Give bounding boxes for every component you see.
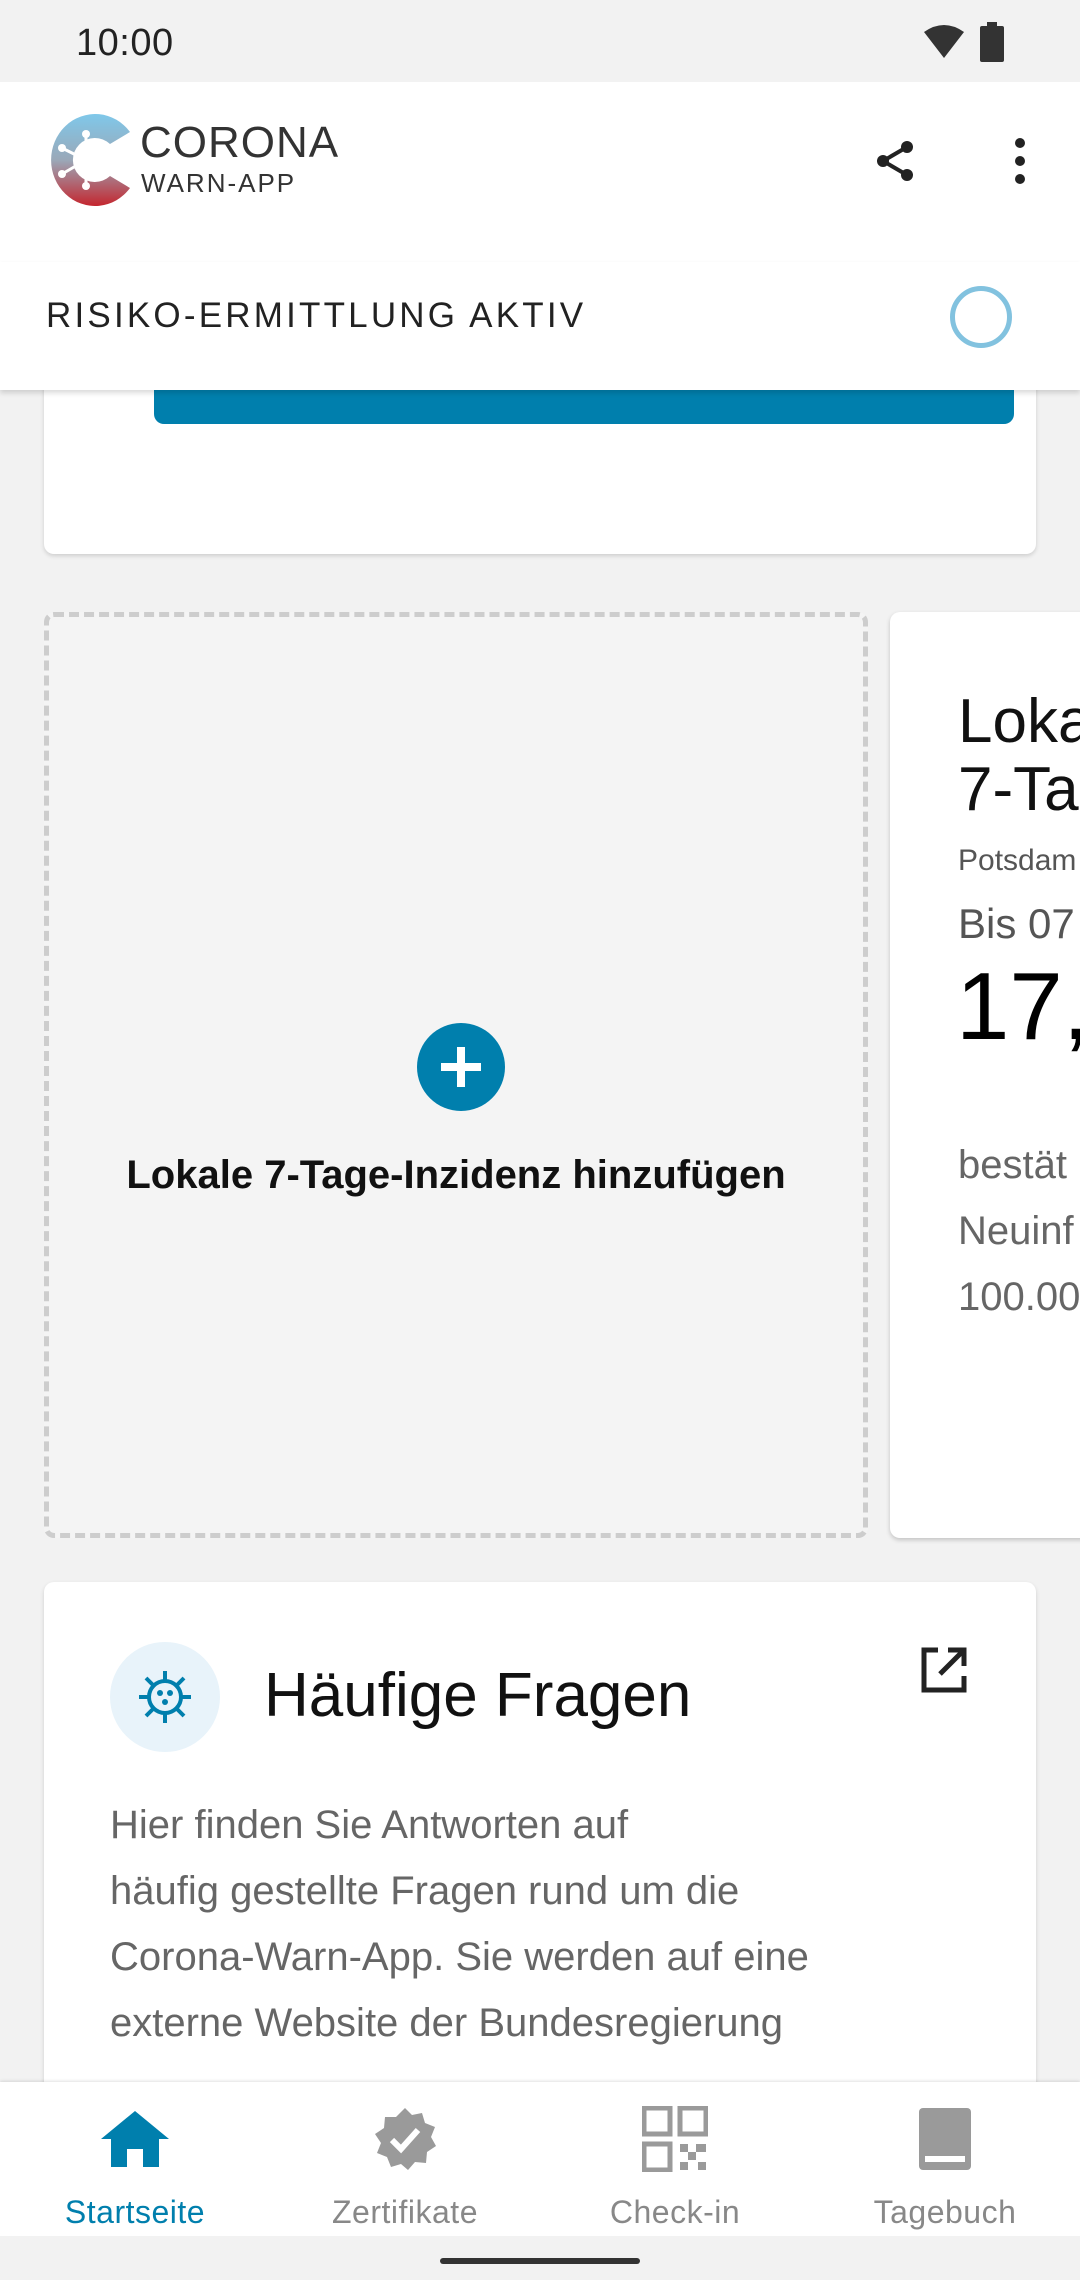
virus-icon: [110, 1642, 220, 1752]
incidence-description: bestät Neuinf 100.00: [958, 1143, 1080, 1319]
add-incidence-card[interactable]: Lokale 7-Tage-Inzidenz hinzufügen: [44, 612, 868, 1538]
faq-title: Häufige Fragen: [264, 1661, 692, 1730]
nav-item-certificates[interactable]: Zertifikate: [270, 2082, 540, 2236]
nav-item-checkin[interactable]: Check-in: [540, 2082, 810, 2236]
bottom-navigation: Startseite Zertifikate Check-in Tagebuch: [0, 2082, 1080, 2236]
top-card: WEITER: [44, 390, 1036, 554]
faq-description: Hier finden Sie Antworten auf häufig ges…: [110, 1803, 809, 2045]
diary-icon: [810, 2102, 1080, 2176]
status-time: 10:00: [76, 22, 174, 64]
battery-icon: [980, 22, 1004, 62]
incidence-date: Bis 07: [958, 900, 1075, 947]
nav-label-checkin: Check-in: [609, 2194, 741, 2230]
gesture-handle[interactable]: [440, 2258, 640, 2264]
incidence-title: Loka 7-Ta: [958, 687, 1080, 824]
nav-label-diary: Tagebuch: [873, 2194, 1017, 2230]
status-bar: 10:00: [0, 0, 1080, 82]
corona-warn-app-logo-icon: [51, 113, 130, 206]
add-icon: [417, 1023, 505, 1111]
more-vertical-icon: [1015, 138, 1025, 184]
open-external-icon[interactable]: [916, 1642, 972, 1698]
nav-label-certificates: Zertifikate: [332, 2194, 478, 2230]
brand-subtitle: WARN-APP: [141, 168, 297, 198]
continue-button[interactable]: WEITER: [154, 390, 1014, 424]
home-content[interactable]: WEITER Lokale 7-Tage-Inzidenz hinzufügen…: [0, 390, 1080, 2082]
gesture-navigation-bar: [0, 2236, 1080, 2280]
home-icon: [0, 2102, 270, 2176]
qr-code-icon: [540, 2102, 810, 2176]
app-bar: CORONA WARN-APP: [0, 82, 1080, 262]
incidence-value: 17,: [956, 953, 1080, 1060]
risk-status-bar[interactable]: RISIKO-ERMITTLUNG AKTIV: [0, 262, 1080, 390]
nav-label-home: Startseite: [64, 2194, 206, 2230]
brand-title: CORONA: [140, 118, 340, 167]
share-icon: [877, 141, 913, 181]
incidence-location: Potsdam: [958, 844, 1077, 877]
wifi-icon: [924, 25, 964, 58]
certificate-icon: [270, 2102, 540, 2176]
nav-item-diary[interactable]: Tagebuch: [810, 2082, 1080, 2236]
nav-item-home[interactable]: Startseite: [0, 2082, 270, 2236]
loading-spinner-icon: [950, 286, 1012, 348]
risk-status-label: RISIKO-ERMITTLUNG AKTIV: [46, 296, 587, 335]
add-incidence-label: Lokale 7-Tage-Inzidenz hinzufügen: [126, 1153, 786, 1197]
share-button[interactable]: [866, 132, 924, 190]
overflow-menu-button[interactable]: [1000, 132, 1040, 190]
local-incidence-card[interactable]: Loka 7-Ta Potsdam Bis 07 17, bestät Neui…: [890, 612, 1080, 1538]
faq-card[interactable]: Häufige Fragen Hier finden Sie Antworten…: [44, 1582, 1036, 2082]
